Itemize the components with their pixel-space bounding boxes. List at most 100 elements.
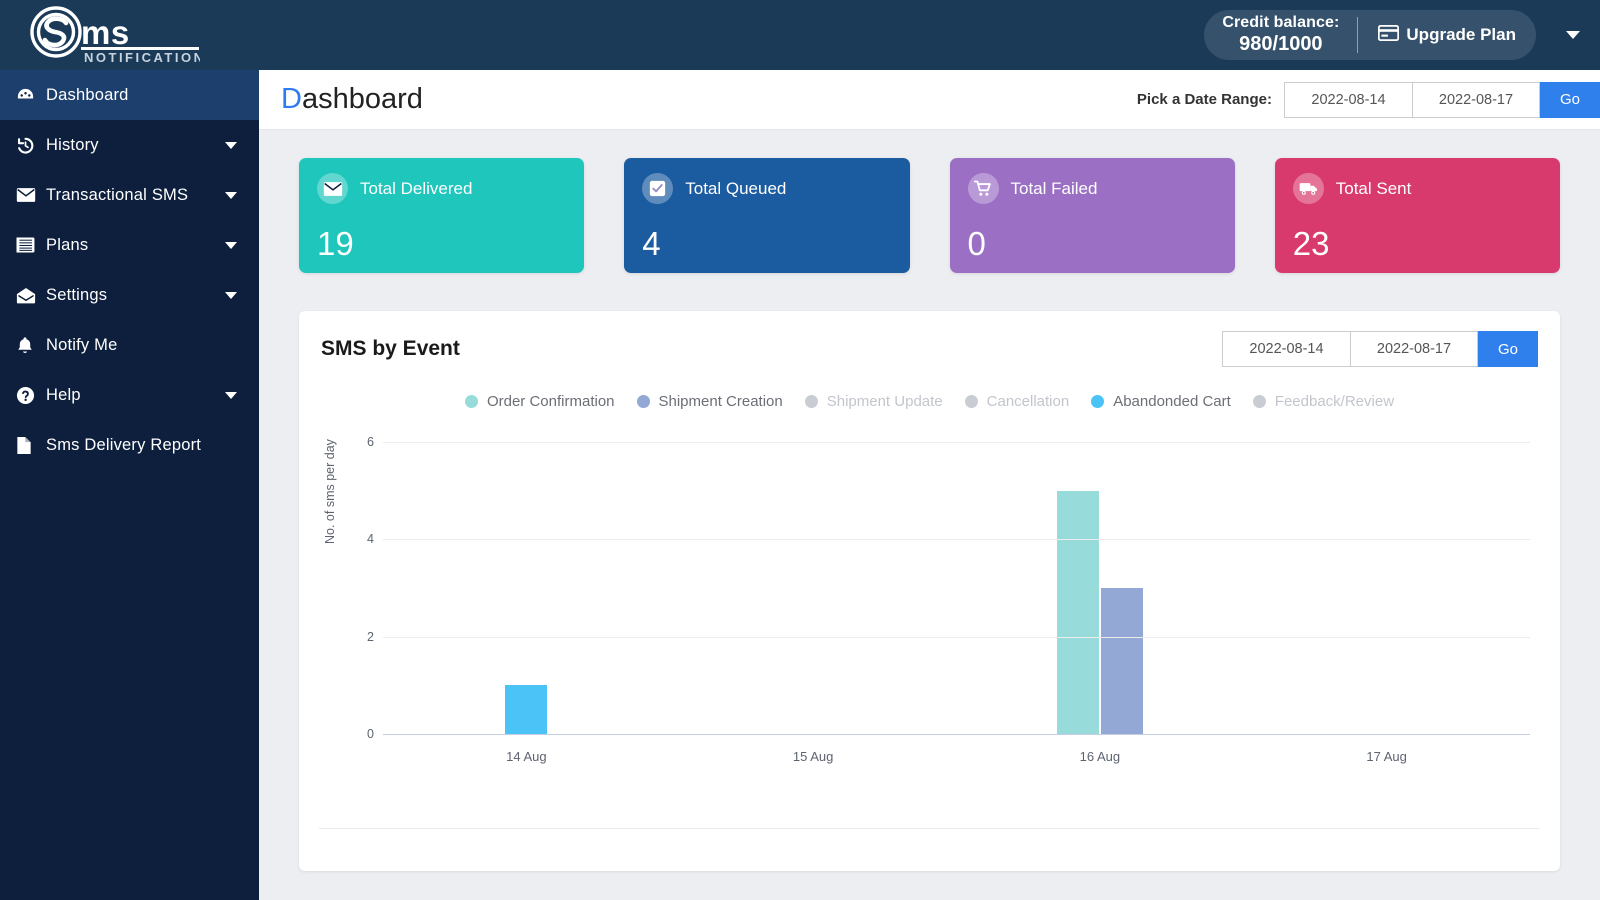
account-dropdown-button[interactable]	[1546, 31, 1600, 39]
header-date-to-input[interactable]: 2022-08-17	[1411, 81, 1540, 118]
chart-bar[interactable]	[1056, 490, 1099, 734]
legend-item-feedback-review[interactable]: Feedback/Review	[1252, 393, 1394, 410]
stat-card-value: 0	[967, 225, 986, 262]
chart-plot: 0 2 4 6	[367, 435, 1530, 741]
top-bar: ms NOTIFICATION Credit balance: 980/1000	[0, 0, 1600, 70]
stat-card-total-sent[interactable]: Total Sent 23	[1274, 158, 1560, 273]
panel-title: SMS by Event	[321, 337, 460, 360]
chevron-down-icon	[225, 392, 237, 399]
panel-date-to-input[interactable]: 2022-08-17	[1349, 331, 1478, 367]
panel-go-button[interactable]: Go	[1477, 331, 1538, 367]
sidebar-item-dashboard[interactable]: Dashboard	[0, 70, 259, 120]
sidebar-item-history[interactable]: History	[0, 120, 259, 170]
chart-x-tick-label: 15 Aug	[792, 749, 834, 764]
stat-card-total-failed[interactable]: Total Failed 0	[949, 158, 1235, 273]
chart-y-tick-label: 2	[367, 629, 374, 644]
legend-swatch-icon	[1091, 395, 1105, 408]
chart-bar-group	[670, 442, 957, 734]
stat-card-total-queued[interactable]: Total Queued 4	[624, 158, 910, 273]
legend-item-abandonded-cart[interactable]: Abandonded Cart	[1091, 393, 1231, 410]
credit-balance-label: Credit balance:	[1222, 14, 1340, 32]
legend-label: Order Confirmation	[486, 393, 615, 410]
sidebar-item-plans[interactable]: Plans	[0, 220, 259, 270]
legend-label: Shipment Creation	[658, 393, 783, 410]
legend-item-cancellation[interactable]: Cancellation	[964, 393, 1069, 410]
chart-x-tick-label: 17 Aug	[1366, 749, 1407, 764]
page-title-initial: D	[281, 83, 302, 115]
upgrade-plan-button[interactable]: Upgrade Plan	[1358, 24, 1516, 46]
header-date-range: Pick a Date Range: 2022-08-14 2022-08-17…	[1137, 81, 1600, 118]
chart-bar[interactable]	[1100, 588, 1143, 734]
chart-gridline	[383, 539, 1530, 541]
upgrade-plan-label: Upgrade Plan	[1406, 25, 1516, 44]
credit-balance-info: Credit balance: 980/1000	[1222, 14, 1357, 55]
page-header: Dashboard Pick a Date Range: 2022-08-14 …	[259, 70, 1600, 130]
credit-card-icon	[1378, 24, 1400, 46]
content-area: Total Delivered 19 Total Queued 4 Total Fail…	[259, 130, 1600, 871]
sidebar-item-label: Plans	[46, 235, 89, 254]
sidebar-item-label: Sms Delivery Report	[46, 435, 202, 454]
chart-y-tick-label: 4	[367, 532, 374, 547]
envelope-icon	[317, 173, 348, 204]
truck-icon	[1292, 173, 1324, 204]
chart-bar-group	[957, 442, 1244, 734]
envelope-icon	[16, 187, 46, 203]
sidebar-item-label: Dashboard	[46, 85, 129, 104]
chart-bar-group	[1243, 442, 1530, 734]
open-envelope-icon	[16, 287, 46, 304]
stat-card-value: 23	[1292, 225, 1330, 262]
dashboard-icon	[16, 86, 46, 105]
page-title-rest: ashboard	[301, 83, 423, 115]
sidebar-item-sms-delivery-report[interactable]: Sms Delivery Report	[0, 420, 259, 470]
sidebar-item-label: Help	[46, 385, 81, 404]
chevron-down-icon	[225, 292, 237, 299]
list-icon	[16, 237, 46, 253]
stat-card-value: 19	[317, 225, 354, 262]
chevron-down-icon	[225, 142, 237, 149]
chevron-down-icon	[225, 242, 237, 249]
sidebar-item-help[interactable]: Help	[0, 370, 259, 420]
chart-x-tick-label: 14 Aug	[506, 749, 547, 764]
panel-date-from-input[interactable]: 2022-08-14	[1221, 331, 1350, 367]
chart-bar[interactable]	[505, 685, 548, 734]
header-go-button[interactable]: Go	[1539, 81, 1600, 118]
history-icon	[16, 136, 46, 155]
sidebar-item-transactional-sms[interactable]: Transactional SMS	[0, 170, 259, 220]
question-circle-icon	[16, 386, 46, 405]
stat-card-header: Total Sent	[1292, 173, 1542, 204]
sidebar-item-label: History	[46, 135, 99, 154]
bell-icon	[16, 336, 46, 355]
chart-gridline	[383, 442, 1530, 443]
stat-card-header: Total Failed	[967, 173, 1217, 204]
stat-card-header: Total Queued	[642, 173, 891, 204]
chart-area: No. of sms per day 0 2 4 6 14 Aug 15 Aug 16 A…	[321, 432, 1538, 772]
legend-swatch-icon	[964, 395, 978, 408]
chart-x-tick-label: 16 Aug	[1079, 749, 1121, 764]
main-content: Dashboard Pick a Date Range: 2022-08-14 …	[259, 70, 1600, 900]
header-date-from-input[interactable]: 2022-08-14	[1283, 81, 1412, 118]
chevron-down-icon	[1566, 31, 1580, 39]
legend-item-order-confirmation[interactable]: Order Confirmation	[464, 393, 615, 410]
legend-item-shipment-update[interactable]: Shipment Update	[804, 393, 943, 410]
app-root: ms NOTIFICATION Credit balance: 980/1000	[0, 0, 1600, 900]
chart-bars	[383, 442, 1530, 734]
stat-card-value: 4	[642, 225, 661, 262]
legend-swatch-icon	[1252, 395, 1266, 408]
page-title: Dashboard	[281, 83, 423, 116]
panel-date-range: 2022-08-14 2022-08-17 Go	[1221, 331, 1538, 367]
sidebar-item-settings[interactable]: Settings	[0, 270, 259, 320]
svg-text:ms: ms	[81, 14, 130, 51]
credit-balance-value: 980/1000	[1239, 32, 1323, 55]
stat-card-total-delivered[interactable]: Total Delivered 19	[299, 158, 585, 273]
sms-by-event-panel: SMS by Event 2022-08-14 2022-08-17 Go Or…	[299, 311, 1560, 871]
brand-logo[interactable]: ms NOTIFICATION	[0, 6, 200, 64]
chart-legend: Order Confirmation Shipment Creation Shipm…	[321, 393, 1538, 410]
legend-item-shipment-creation[interactable]: Shipment Creation	[636, 393, 783, 410]
legend-swatch-icon	[804, 395, 818, 408]
stat-card-title: Total Failed	[1010, 178, 1098, 198]
sidebar-item-label: Notify Me	[46, 335, 118, 354]
legend-swatch-icon	[636, 395, 650, 408]
sidebar-item-notify-me[interactable]: Notify Me	[0, 320, 259, 370]
chart-bar-group	[383, 442, 670, 734]
panel-header: SMS by Event 2022-08-14 2022-08-17 Go	[321, 331, 1538, 367]
